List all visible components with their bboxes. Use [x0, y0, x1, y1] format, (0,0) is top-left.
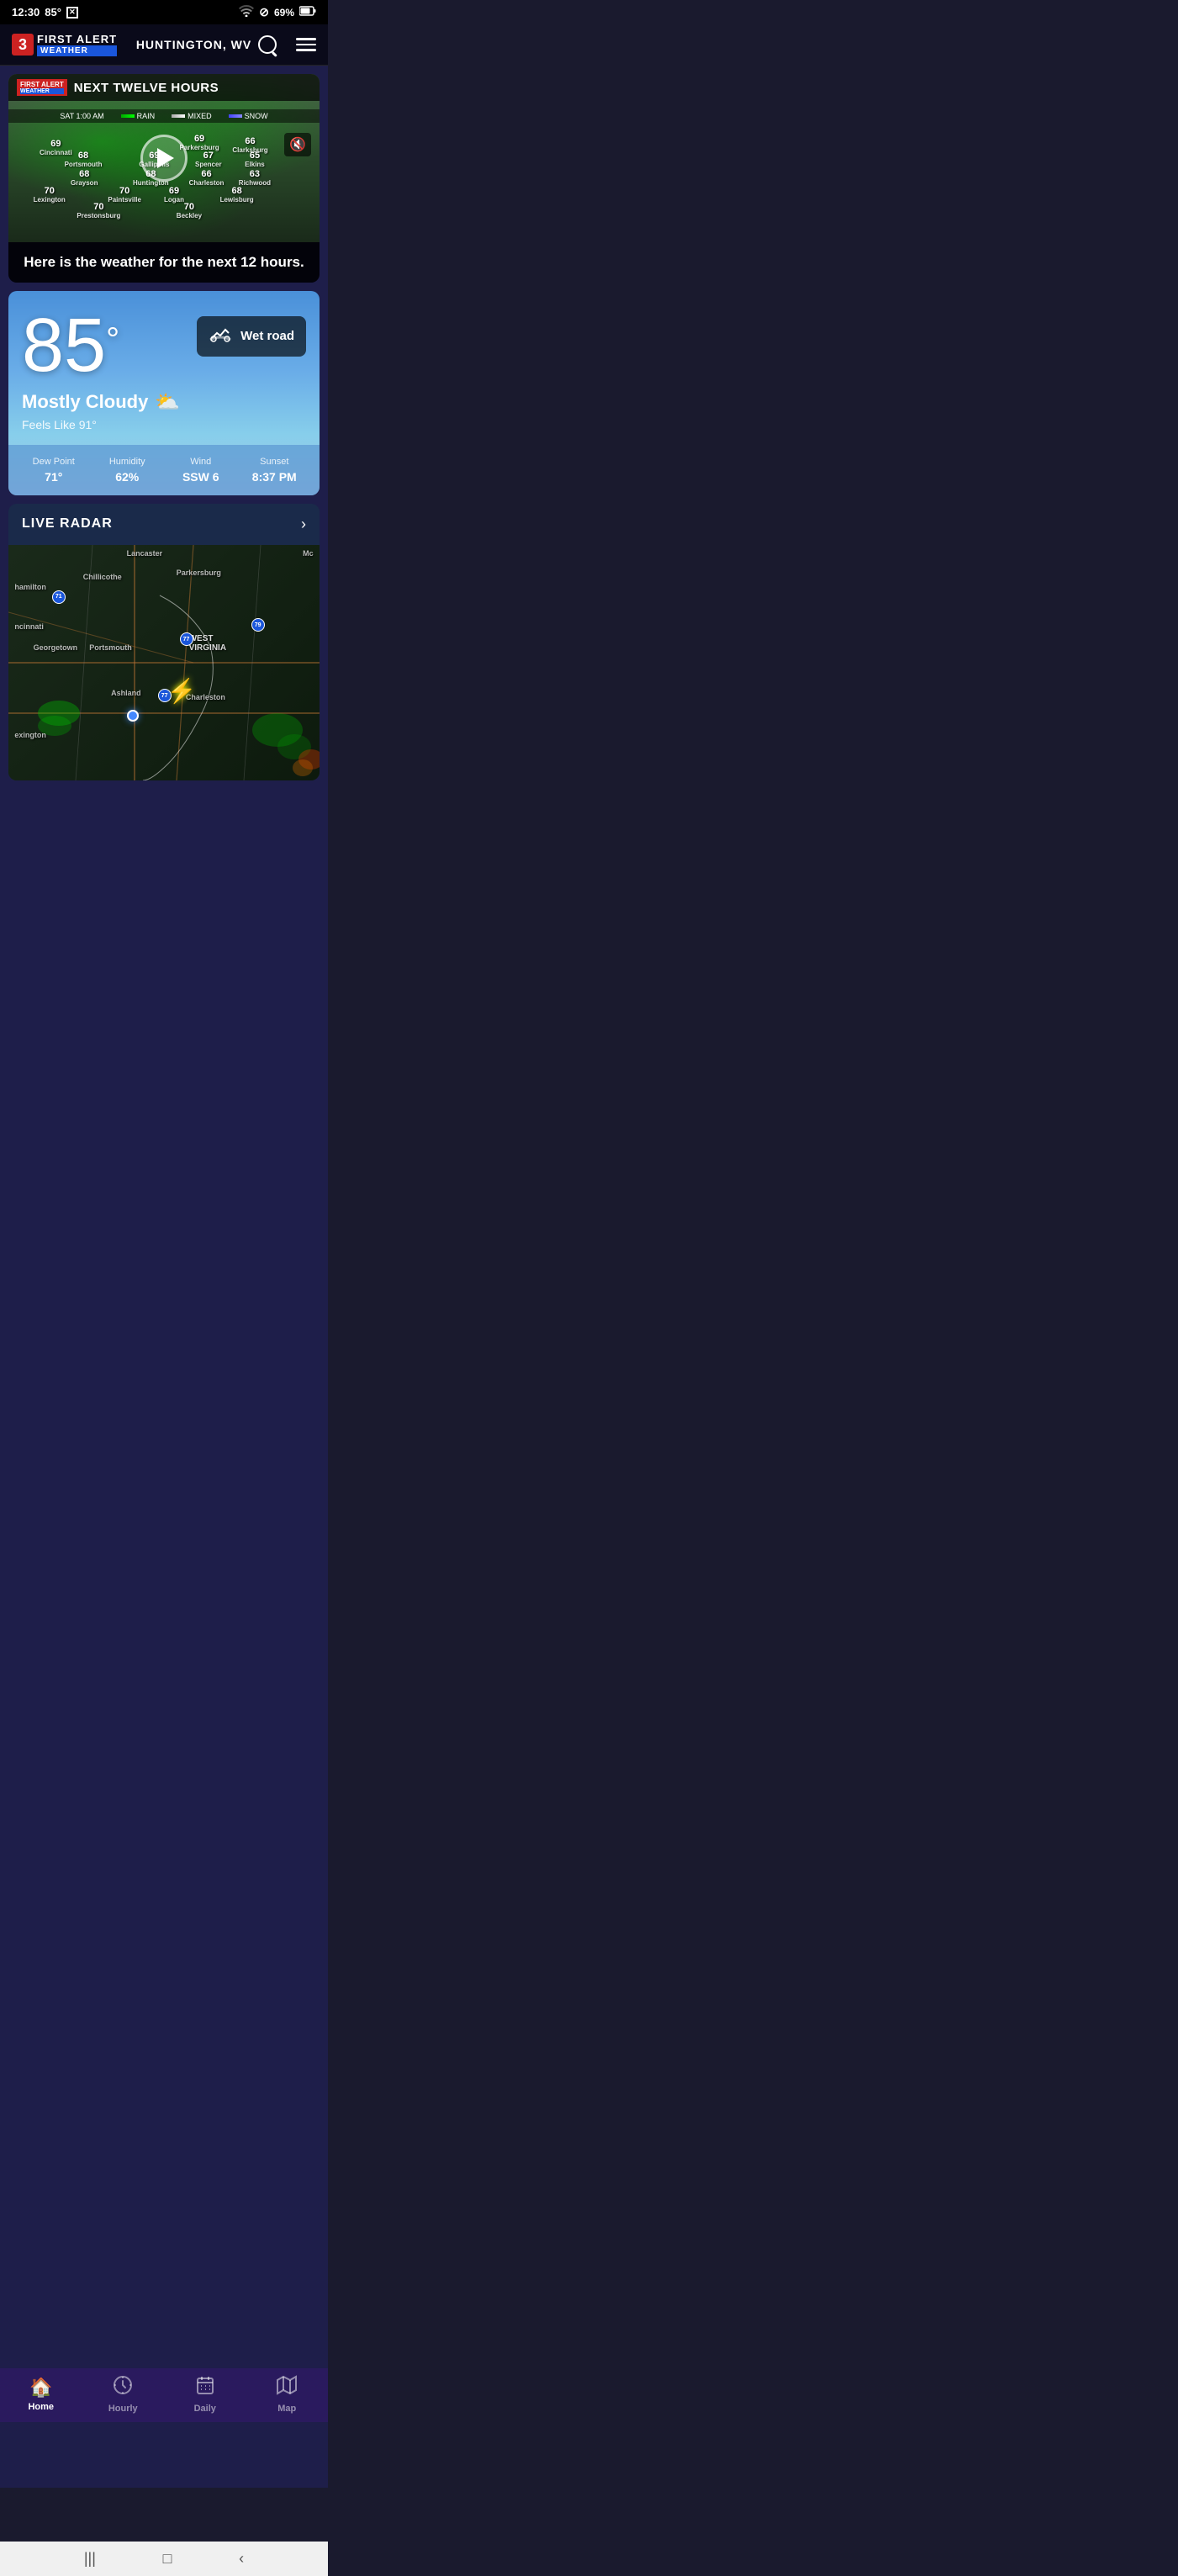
logo-first-alert: FIRST ALERT [37, 33, 117, 45]
video-first-alert-badge: FIRST ALERTWEATHER [17, 79, 67, 96]
location-dot [127, 710, 139, 722]
menu-button[interactable] [296, 38, 316, 51]
nav-map[interactable]: Map [257, 2375, 316, 2414]
video-thumbnail[interactable]: FIRST ALERTWEATHER NEXT TWELVE HOURS SAT… [8, 74, 320, 242]
feels-like: Feels Like 91° [22, 418, 306, 431]
weather-stats: Dew Point 71° Humidity 62% Wind SSW 6 Su… [8, 445, 320, 495]
radar-map[interactable]: hamilton Chillicothe Parkersburg ncinnat… [8, 545, 320, 780]
weather-main: 85° Wet road Mostly Cloudy ⛅ Feels Like … [8, 291, 320, 445]
video-caption: Here is the weather for the next 12 hour… [8, 242, 320, 283]
radar-city-chillicothe: Chillicothe [83, 573, 122, 581]
notification-icon: ✕ [66, 7, 78, 19]
interstate-71: 71 [52, 587, 66, 604]
radar-city-mc: Mc [303, 549, 314, 558]
map-city-prestonsburg: 70Prestonsburg [77, 202, 120, 220]
logo-number: 3 [12, 34, 34, 56]
map-city-grayson: 68Grayson [71, 169, 98, 187]
radar-title: LIVE RADAR [22, 516, 113, 532]
radar-arrow-icon[interactable]: › [301, 516, 306, 533]
radar-city-parkersburg: Parkersburg [177, 569, 221, 577]
status-bar: 12:30 85° ✕ ⊘ 69% [0, 0, 328, 24]
map-city-richwood: 63Richwood [239, 169, 271, 187]
volume-icon[interactable]: 🔇 [284, 133, 311, 156]
radar-city-lexington: exington [14, 731, 46, 739]
status-right: ⊘ 69% [239, 5, 316, 19]
status-temp: 85° [45, 6, 61, 19]
map-city-charleston: 66Charleston [189, 169, 225, 187]
stat-wind: Wind SSW 6 [164, 457, 238, 484]
stat-sunset: Sunset 8:37 PM [238, 457, 312, 484]
map-city-portsmouth: 68Portsmouth [65, 151, 103, 168]
android-home-btn[interactable]: □ [163, 2550, 172, 2568]
signal-icon: ⊘ [259, 5, 269, 19]
logo-text: FIRST ALERT WEATHER [37, 33, 117, 56]
condition-row: Mostly Cloudy ⛅ [22, 390, 306, 415]
radar-state-label: WESTVIRGINIA [189, 634, 226, 653]
condition-text: Mostly Cloudy [22, 391, 148, 413]
map-city-spencer: 67Spencer [195, 151, 222, 168]
radar-city-portsmouth: Portsmouth [89, 643, 132, 652]
radar-city-hamilton: hamilton [14, 583, 46, 591]
radar-map-background: hamilton Chillicothe Parkersburg ncinnat… [8, 545, 320, 780]
snow-legend: SNOW [229, 112, 268, 120]
app-header: 3 FIRST ALERT WEATHER HUNTINGTON, WV [0, 24, 328, 66]
video-title: NEXT TWELVE HOURS [74, 81, 219, 95]
road-svg [8, 545, 320, 780]
video-weather-badge: WEATHER [20, 88, 64, 94]
search-icon[interactable] [258, 35, 277, 54]
interstate-77-north: 77 [180, 630, 193, 647]
video-legend: SAT 1:00 AM RAIN MIXED SNOW [8, 109, 320, 123]
stat-dew-point: Dew Point 71° [17, 457, 91, 484]
sat-time: SAT 1:00 AM [60, 112, 103, 120]
radar-city-ashland: Ashland [111, 689, 141, 697]
map-city-paintsville: 70Paintsville [108, 186, 141, 204]
wet-road-icon [209, 325, 232, 348]
radar-city-cincinnati: ncinnati [14, 622, 44, 631]
weather-card: 85° Wet road Mostly Cloudy ⛅ Feels Like … [8, 291, 320, 495]
battery-icon [299, 6, 316, 19]
android-back-btn[interactable]: ‹ [239, 2550, 244, 2568]
interstate-79: 79 [251, 616, 265, 632]
map-city-lexington: 70Lexington [34, 186, 66, 204]
radar-section: LIVE RADAR › [8, 504, 320, 780]
radar-city-lancaster: Lancaster [127, 549, 163, 558]
map-city-logan: 69Logan [164, 186, 184, 204]
nav-home[interactable]: 🏠 Home [12, 2377, 71, 2412]
wet-road-badge: Wet road [197, 316, 306, 357]
video-card: FIRST ALERTWEATHER NEXT TWELVE HOURS SAT… [8, 74, 320, 283]
logo: 3 FIRST ALERT WEATHER [12, 33, 117, 56]
rain-legend: RAIN [121, 112, 156, 120]
android-recent-btn[interactable]: ||| [84, 2550, 96, 2568]
degree-symbol: ° [106, 323, 119, 357]
video-banner: FIRST ALERTWEATHER NEXT TWELVE HOURS [8, 74, 320, 101]
play-button[interactable] [140, 135, 188, 182]
hourly-icon [113, 2375, 133, 2400]
bottom-nav: 🏠 Home Hourly [0, 2368, 328, 2422]
status-left: 12:30 85° ✕ [12, 6, 78, 19]
status-time: 12:30 [12, 6, 40, 19]
home-icon: 🏠 [29, 2377, 52, 2399]
android-nav-bar: ||| □ ‹ [0, 2542, 328, 2576]
map-city-elkins: 65Elkins [245, 151, 265, 168]
play-icon [157, 148, 174, 168]
video-map-bg: FIRST ALERTWEATHER NEXT TWELVE HOURS SAT… [8, 74, 320, 242]
nav-hourly[interactable]: Hourly [93, 2375, 152, 2414]
weather-emoji: ⛅ [155, 390, 180, 415]
stat-humidity: Humidity 62% [91, 457, 165, 484]
radar-header[interactable]: LIVE RADAR › [8, 504, 320, 545]
logo-weather: WEATHER [37, 45, 117, 56]
map-city-beckley: 70Beckley [177, 202, 202, 220]
mixed-legend: MIXED [172, 112, 212, 120]
lightning-icon: ⚡ [167, 677, 197, 705]
nav-daily[interactable]: Daily [176, 2375, 235, 2414]
battery-percent: 69% [274, 7, 294, 19]
wifi-icon [239, 5, 254, 19]
map-city-lewisburg: 68Lewisburg [220, 186, 254, 204]
daily-icon [195, 2375, 215, 2400]
wet-road-text: Wet road [240, 329, 294, 343]
main-content: FIRST ALERTWEATHER NEXT TWELVE HOURS SAT… [0, 66, 328, 2488]
map-icon [277, 2375, 297, 2400]
radar-city-georgetown: Georgetown [34, 643, 78, 652]
header-location[interactable]: HUNTINGTON, WV [136, 35, 277, 54]
